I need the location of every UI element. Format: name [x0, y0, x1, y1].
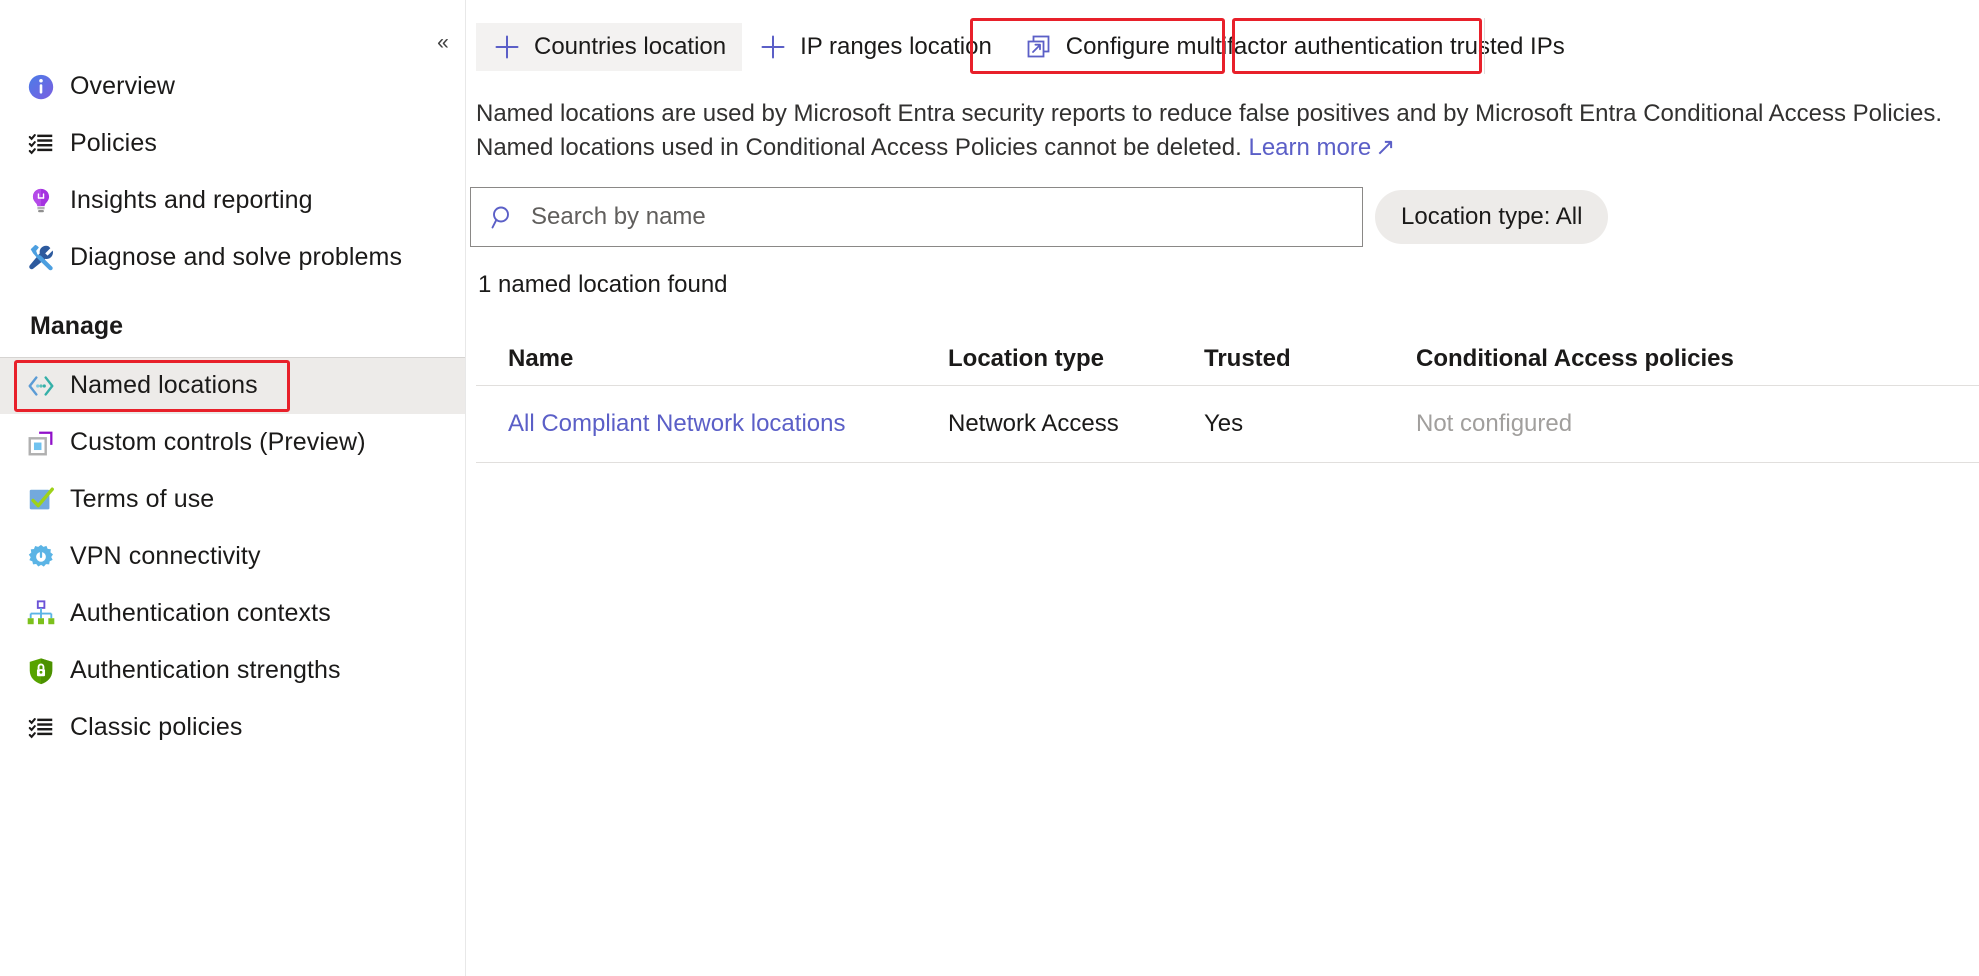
- gear-icon: [24, 540, 58, 574]
- sidebar-nav-list: Overview Policies Insights and reporting…: [0, 0, 465, 756]
- cell-location-type: Network Access: [948, 410, 1119, 437]
- tools-icon: [24, 241, 58, 275]
- countries-location-button[interactable]: Countries location: [476, 22, 743, 71]
- shield-lock-icon: [24, 654, 58, 688]
- search-box[interactable]: [470, 187, 1363, 247]
- countries-location-label: Countries location: [534, 32, 727, 60]
- configure-mfa-trusted-ips-button[interactable]: Configure multifactor authentication tru…: [1008, 23, 1581, 71]
- sidebar-item-named-locations[interactable]: Named locations: [0, 357, 465, 414]
- sidebar-item-overview[interactable]: Overview: [0, 58, 465, 115]
- external-link-icon: ↗︎: [1375, 134, 1396, 161]
- hierarchy-icon: [24, 597, 58, 631]
- ip-ranges-location-label: IP ranges location: [800, 32, 992, 60]
- filter-row: Location type: All: [468, 187, 1979, 247]
- sidebar-item-policies[interactable]: Policies: [0, 115, 465, 172]
- sidebar-item-label: Classic policies: [70, 713, 243, 741]
- sidebar-item-insights-and-reporting[interactable]: Insights and reporting: [0, 172, 465, 229]
- sidebar-section-manage: Manage: [30, 312, 124, 340]
- sidebar-item-label: Terms of use: [70, 485, 215, 513]
- command-bar: Countries location IP ranges location Co…: [466, 18, 1979, 75]
- sidebar: « Overview Policies Insights and reporti…: [0, 0, 466, 976]
- command-divider: [1484, 18, 1485, 74]
- main-content: Countries location IP ranges location Co…: [466, 0, 1979, 976]
- search-input[interactable]: [531, 189, 1362, 245]
- checklist-icon: [24, 127, 58, 161]
- search-icon: [489, 203, 517, 231]
- table-header-row: Name Location type Trusted Conditional A…: [476, 333, 1979, 386]
- cell-conditional-access: Not configured: [1416, 410, 1573, 437]
- collapse-sidebar-button[interactable]: «: [428, 28, 458, 58]
- sidebar-item-custom-controls-preview[interactable]: Custom controls (Preview): [0, 414, 465, 471]
- results-count: 1 named location found: [478, 271, 728, 298]
- cell-name[interactable]: All Compliant Network locations: [498, 410, 948, 438]
- checkbox-check-icon: [24, 483, 58, 517]
- page-description: Named locations are used by Microsoft En…: [476, 97, 1979, 165]
- sidebar-item-classic-policies[interactable]: Classic policies: [0, 699, 465, 756]
- table-row[interactable]: All Compliant Network locations Network …: [476, 386, 1979, 463]
- sidebar-item-vpn-connectivity[interactable]: VPN connectivity: [0, 528, 465, 585]
- sidebar-item-label: Custom controls (Preview): [70, 428, 366, 456]
- named-locations-table: Name Location type Trusted Conditional A…: [476, 333, 1979, 463]
- column-header-conditional-access[interactable]: Conditional Access policies: [1416, 345, 1816, 373]
- sidebar-item-label: Diagnose and solve problems: [70, 243, 403, 271]
- column-header-name[interactable]: Name: [498, 345, 948, 373]
- sidebar-item-label: Authentication contexts: [70, 599, 331, 627]
- info-icon: [24, 70, 58, 104]
- cell-trusted: Yes: [1204, 410, 1244, 437]
- sidebar-item-label: Named locations: [70, 371, 258, 399]
- sidebar-item-authentication-contexts[interactable]: Authentication contexts: [0, 585, 465, 642]
- column-header-trusted[interactable]: Trusted: [1204, 345, 1416, 373]
- custom-controls-icon: [24, 426, 58, 460]
- external-link-icon: [1024, 32, 1054, 62]
- description-text: Named locations are used by Microsoft En…: [476, 100, 1943, 161]
- ip-ranges-location-button[interactable]: IP ranges location: [742, 23, 1008, 71]
- sidebar-item-label: Overview: [70, 72, 175, 100]
- named-locations-page: « Overview Policies Insights and reporti…: [0, 0, 1979, 976]
- plus-icon: [492, 32, 522, 62]
- plus-icon: [758, 32, 788, 62]
- configure-mfa-trusted-ips-label: Configure multifactor authentication tru…: [1065, 32, 1565, 60]
- learn-more-link[interactable]: Learn more: [1248, 134, 1371, 161]
- column-header-location-type[interactable]: Location type: [948, 345, 1204, 373]
- lightbulb-icon: [24, 184, 58, 218]
- location-arrows-icon: [24, 369, 58, 403]
- sidebar-item-label: Insights and reporting: [70, 186, 313, 214]
- sidebar-item-label: Policies: [70, 129, 157, 157]
- sidebar-item-label: Authentication strengths: [70, 656, 341, 684]
- location-type-filter[interactable]: Location type: All: [1375, 190, 1609, 244]
- sidebar-item-authentication-strengths[interactable]: Authentication strengths: [0, 642, 465, 699]
- sidebar-item-label: VPN connectivity: [70, 542, 261, 570]
- checklist-icon: [24, 711, 58, 745]
- sidebar-item-diagnose-and-solve-problems[interactable]: Diagnose and solve problems: [0, 229, 465, 286]
- sidebar-item-terms-of-use[interactable]: Terms of use: [0, 471, 465, 528]
